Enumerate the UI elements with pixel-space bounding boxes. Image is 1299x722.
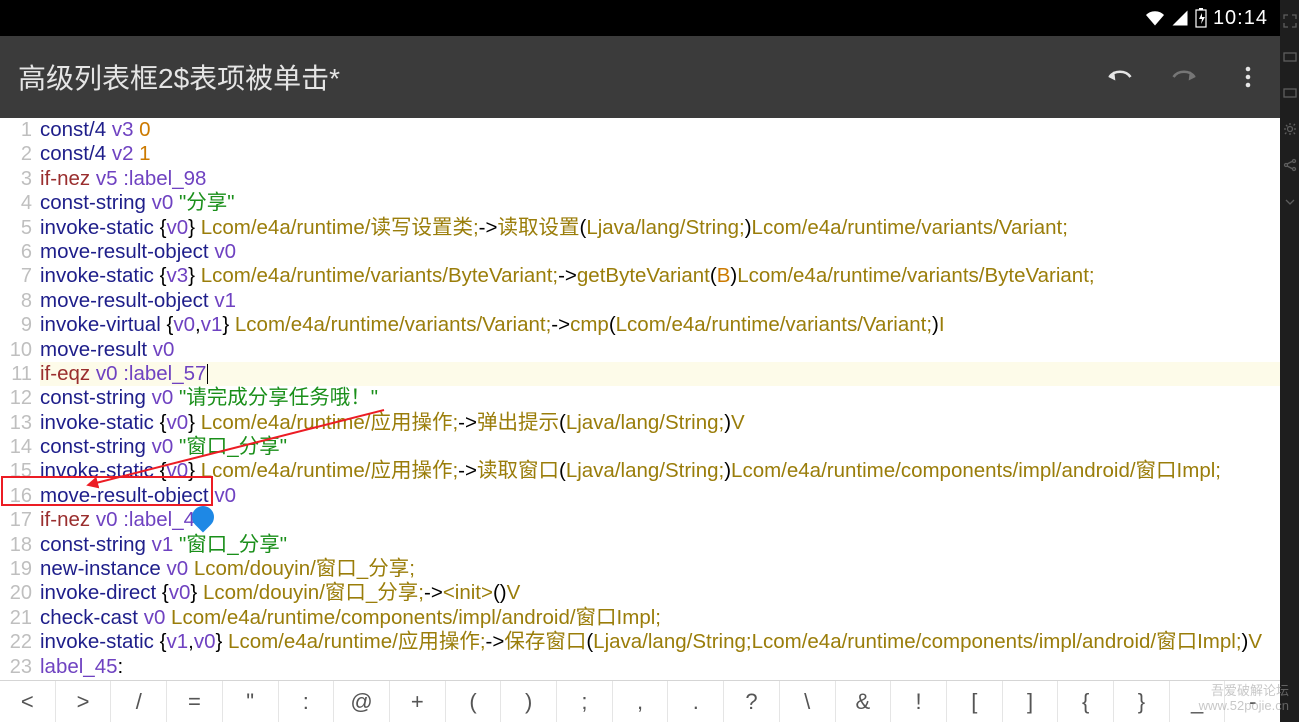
- code-line[interactable]: if-nez v5 :label_98: [40, 167, 1280, 191]
- symbol-key[interactable]: ]: [1003, 681, 1059, 722]
- overflow-menu-button[interactable]: [1234, 63, 1262, 91]
- symbol-key[interactable]: ;: [557, 681, 613, 722]
- battery-charging-icon: [1195, 8, 1207, 28]
- line-number: 17: [0, 508, 32, 532]
- symbol-key[interactable]: =: [167, 681, 223, 722]
- symbol-key[interactable]: ": [223, 681, 279, 722]
- symbol-key[interactable]: ,: [613, 681, 669, 722]
- line-number-gutter: 1234567891011121314151617181920212223: [0, 118, 36, 679]
- line-number: 13: [0, 411, 32, 435]
- redo-button[interactable]: [1170, 63, 1198, 91]
- line-number: 12: [0, 386, 32, 410]
- symbol-key[interactable]: /: [111, 681, 167, 722]
- signal-icon: [1171, 9, 1189, 27]
- app-toolbar: 高级列表框2$表项被单击*: [0, 36, 1280, 118]
- symbol-key[interactable]: {: [1058, 681, 1114, 722]
- code-line[interactable]: if-eqz v0 :label_57: [40, 362, 1280, 386]
- line-number: 9: [0, 313, 32, 337]
- code-line[interactable]: if-nez v0 :label_45: [40, 508, 1280, 532]
- symbol-key[interactable]: ?: [724, 681, 780, 722]
- screenshot-viewer-toolbar: [1280, 0, 1299, 722]
- line-number: 21: [0, 606, 32, 630]
- code-line[interactable]: const-string v1 "窗口_分享": [40, 533, 1280, 557]
- line-number: 15: [0, 459, 32, 483]
- code-line[interactable]: const-string v0 "请完成分享任务哦！": [40, 386, 1280, 410]
- rect-icon-2[interactable]: [1283, 86, 1297, 100]
- code-line[interactable]: invoke-static {v3} Lcom/e4a/runtime/vari…: [40, 264, 1280, 288]
- code-line[interactable]: invoke-static {v0} Lcom/e4a/runtime/读写设置…: [40, 216, 1280, 240]
- share-icon[interactable]: [1283, 158, 1297, 172]
- symbol-key[interactable]: !: [891, 681, 947, 722]
- line-number: 22: [0, 630, 32, 654]
- code-line[interactable]: move-result-object v0: [40, 240, 1280, 264]
- line-number: 19: [0, 557, 32, 581]
- symbol-key[interactable]: (: [446, 681, 502, 722]
- symbol-key[interactable]: -: [1225, 681, 1280, 722]
- code-line[interactable]: move-result-object v1: [40, 289, 1280, 313]
- symbol-key[interactable]: [: [947, 681, 1003, 722]
- code-line[interactable]: const-string v0 "窗口_分享": [40, 435, 1280, 459]
- line-number: 10: [0, 338, 32, 362]
- symbol-key[interactable]: :: [279, 681, 335, 722]
- wifi-icon: [1145, 9, 1165, 27]
- line-number: 23: [0, 655, 32, 679]
- down-icon[interactable]: [1283, 194, 1297, 208]
- line-number: 18: [0, 533, 32, 557]
- symbol-key[interactable]: @: [334, 681, 390, 722]
- gear-icon[interactable]: [1283, 122, 1297, 136]
- symbol-key[interactable]: }: [1114, 681, 1170, 722]
- code-line[interactable]: invoke-static {v1,v0} Lcom/e4a/runtime/应…: [40, 630, 1280, 654]
- status-time: 10:14: [1213, 7, 1268, 30]
- symbol-key[interactable]: .: [668, 681, 724, 722]
- symbol-key[interactable]: _: [1170, 681, 1226, 722]
- code-line[interactable]: invoke-static {v0} Lcom/e4a/runtime/应用操作…: [40, 459, 1280, 483]
- line-number: 1: [0, 118, 32, 142]
- symbol-key[interactable]: +: [390, 681, 446, 722]
- line-number: 8: [0, 289, 32, 313]
- code-line[interactable]: new-instance v0 Lcom/douyin/窗口_分享;: [40, 557, 1280, 581]
- line-number: 4: [0, 191, 32, 215]
- code-line[interactable]: invoke-virtual {v0,v1} Lcom/e4a/runtime/…: [40, 313, 1280, 337]
- code-line[interactable]: const-string v0 "分享": [40, 191, 1280, 215]
- undo-button[interactable]: [1106, 63, 1134, 91]
- symbol-key[interactable]: <: [0, 681, 56, 722]
- line-number: 2: [0, 142, 32, 166]
- code-line[interactable]: invoke-static {v0} Lcom/e4a/runtime/应用操作…: [40, 411, 1280, 435]
- code-line[interactable]: check-cast v0 Lcom/e4a/runtime/component…: [40, 606, 1280, 630]
- line-number: 5: [0, 216, 32, 240]
- code-editor[interactable]: 1234567891011121314151617181920212223 co…: [0, 118, 1280, 680]
- code-line[interactable]: const/4 v2 1: [40, 142, 1280, 166]
- code-line[interactable]: move-result-object v0: [40, 484, 1280, 508]
- code-line[interactable]: move-result v0: [40, 338, 1280, 362]
- document-title: 高级列表框2$表项被单击*: [18, 57, 340, 97]
- symbol-key[interactable]: \: [780, 681, 836, 722]
- code-line[interactable]: label_45:: [40, 655, 1280, 679]
- symbol-key[interactable]: >: [56, 681, 112, 722]
- rect-icon[interactable]: [1283, 50, 1297, 64]
- expand-icon[interactable]: [1283, 14, 1297, 28]
- code-line[interactable]: invoke-direct {v0} Lcom/douyin/窗口_分享;-><…: [40, 581, 1280, 605]
- symbol-keyboard-row: <>/=":@+();,.?\&![]{}_-: [0, 680, 1280, 722]
- symbol-key[interactable]: ): [501, 681, 557, 722]
- line-number: 20: [0, 581, 32, 605]
- line-number: 7: [0, 264, 32, 288]
- code-line[interactable]: const/4 v3 0: [40, 118, 1280, 142]
- symbol-key[interactable]: &: [836, 681, 892, 722]
- android-status-bar: 10:14: [0, 0, 1280, 36]
- code-content[interactable]: const/4 v3 0const/4 v2 1if-nez v5 :label…: [40, 118, 1280, 679]
- line-number: 11: [0, 362, 32, 386]
- line-number: 6: [0, 240, 32, 264]
- line-number: 3: [0, 167, 32, 191]
- line-number: 14: [0, 435, 32, 459]
- line-number: 16: [0, 484, 32, 508]
